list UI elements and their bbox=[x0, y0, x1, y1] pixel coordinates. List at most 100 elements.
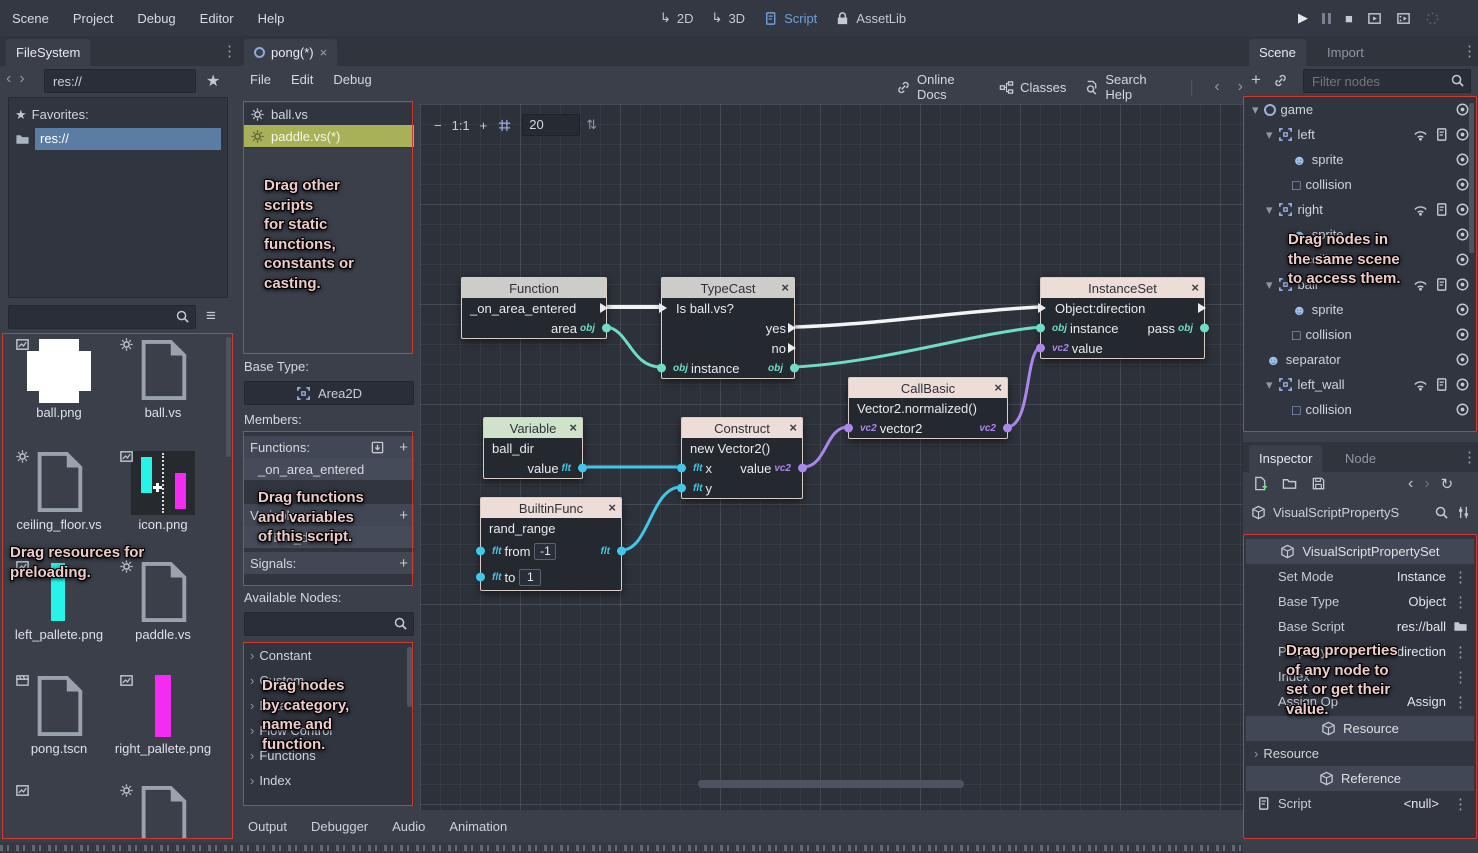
workspace-script-button[interactable]: Script bbox=[763, 11, 817, 26]
script-menu-file[interactable]: File bbox=[250, 72, 271, 87]
add-variable-icon[interactable]: + bbox=[399, 507, 408, 524]
folder-icon[interactable] bbox=[1453, 619, 1468, 634]
scene-tree-scrollbar[interactable] bbox=[1469, 103, 1474, 253]
close-icon[interactable]: × bbox=[320, 45, 328, 60]
attached-script-icon[interactable] bbox=[1434, 127, 1449, 142]
attached-script-icon[interactable] bbox=[1434, 202, 1449, 217]
vec2-out-port[interactable] bbox=[798, 464, 807, 473]
list-view-toggle-icon[interactable]: ≡ bbox=[206, 306, 216, 326]
default-value-input[interactable]: -1 bbox=[534, 543, 556, 560]
attached-script-icon[interactable] bbox=[1434, 377, 1449, 392]
available-nodes-search-input[interactable] bbox=[244, 612, 414, 636]
visibility-eye-icon[interactable] bbox=[1455, 177, 1470, 192]
tab-import[interactable]: Import bbox=[1317, 39, 1374, 66]
graph-node-instanceset[interactable]: InstanceSet× Object:direction objinstanc… bbox=[1040, 277, 1205, 359]
signal-connection-icon[interactable] bbox=[1413, 202, 1428, 217]
property-menu-icon[interactable]: ⋮ bbox=[1453, 593, 1468, 611]
nav-forward-icon[interactable]: › bbox=[19, 70, 24, 88]
object-history-icon[interactable]: ↻ bbox=[1441, 475, 1454, 493]
file-grid-scrollbar[interactable] bbox=[226, 337, 231, 457]
signal-connection-icon[interactable] bbox=[1413, 127, 1428, 142]
search-help-button[interactable]: Search Help bbox=[1084, 72, 1170, 102]
graph-node-construct[interactable]: Construct× new Vector2() fltxvaluevc2 fl… bbox=[681, 417, 803, 499]
instance-scene-icon[interactable] bbox=[1273, 73, 1288, 88]
seq-out-port[interactable] bbox=[788, 343, 801, 353]
history-back-icon[interactable]: ‹ bbox=[1408, 475, 1413, 493]
filesystem-search-input[interactable] bbox=[8, 305, 196, 329]
file-item-partial[interactable] bbox=[9, 785, 109, 839]
stop-button[interactable]: ■ bbox=[1345, 11, 1353, 26]
default-value-input[interactable]: 1 bbox=[519, 569, 541, 586]
resource-expand-row[interactable]: ›Resource bbox=[1244, 741, 1476, 766]
save-resource-icon[interactable] bbox=[1311, 476, 1326, 491]
online-docs-button[interactable]: Online Docs bbox=[896, 72, 981, 102]
visibility-eye-icon[interactable] bbox=[1455, 277, 1470, 292]
close-icon[interactable]: × bbox=[781, 278, 789, 298]
vec2-in-port[interactable] bbox=[1036, 344, 1045, 353]
bottom-tab-animation[interactable]: Animation bbox=[449, 819, 507, 834]
visibility-eye-icon[interactable] bbox=[1455, 152, 1470, 167]
path-input[interactable] bbox=[44, 69, 196, 93]
pause-button[interactable] bbox=[1322, 13, 1331, 24]
dock-menu-icon[interactable]: ⋮ bbox=[1462, 448, 1477, 466]
property-row-base-type[interactable]: Base TypeObject⋮ bbox=[1244, 589, 1476, 614]
dock-menu-icon[interactable]: ⋮ bbox=[222, 42, 237, 60]
close-icon[interactable]: × bbox=[569, 418, 577, 438]
property-menu-icon[interactable]: ⋮ bbox=[1453, 568, 1468, 586]
property-row-base-script[interactable]: Base Scriptres://ball bbox=[1244, 614, 1476, 639]
float-out-port[interactable] bbox=[617, 547, 626, 556]
menu-scene[interactable]: Scene bbox=[8, 11, 53, 26]
function-item[interactable]: _on_area_entered bbox=[244, 458, 414, 480]
file-item[interactable]: icon.png bbox=[113, 451, 213, 533]
visibility-eye-icon[interactable] bbox=[1455, 327, 1470, 342]
graph-node-function[interactable]: Function _on_area_entered areaobj bbox=[461, 277, 607, 339]
add-node-button[interactable]: + bbox=[1251, 70, 1261, 90]
visibility-eye-icon[interactable] bbox=[1455, 202, 1470, 217]
signal-connection-icon[interactable] bbox=[1413, 277, 1428, 292]
graph-node-variable[interactable]: Variable× ball_dir valueflt bbox=[483, 417, 583, 479]
property-menu-icon[interactable]: ⋮ bbox=[1453, 795, 1468, 813]
vec2-in-port[interactable] bbox=[844, 424, 853, 433]
file-item[interactable]: ball.vs bbox=[113, 339, 213, 421]
zoom-out-button[interactable]: − bbox=[434, 118, 442, 133]
base-type-button[interactable]: Area2D bbox=[244, 381, 414, 405]
seq-out-port[interactable] bbox=[788, 323, 801, 333]
tree-row-left-wall[interactable]: ▾left_wall bbox=[1244, 372, 1476, 397]
category-constant[interactable]: ›Constant bbox=[244, 643, 414, 668]
tab-scene-pong[interactable]: pong(*) × bbox=[244, 39, 337, 66]
obj-out-port[interactable] bbox=[1200, 324, 1209, 333]
tree-row-sprite[interactable]: ☻sprite bbox=[1244, 147, 1476, 172]
seq-in-port[interactable] bbox=[659, 303, 672, 313]
script-menu-debug[interactable]: Debug bbox=[333, 72, 371, 87]
file-item[interactable]: ceiling_floor.vs bbox=[9, 451, 109, 533]
bottom-tab-output[interactable]: Output bbox=[248, 819, 287, 834]
obj-out-port[interactable] bbox=[790, 364, 799, 373]
seq-in-port[interactable] bbox=[1038, 303, 1051, 313]
visual-script-graph[interactable]: − 1:1 + 20 ⇅ Function _on_area_entered a… bbox=[420, 104, 1243, 810]
new-resource-icon[interactable] bbox=[1253, 476, 1268, 491]
search-icon[interactable] bbox=[1434, 505, 1449, 520]
reference-section-header[interactable]: Reference bbox=[1246, 766, 1474, 791]
visibility-eye-icon[interactable] bbox=[1455, 402, 1470, 417]
tree-row-right[interactable]: ▾right bbox=[1244, 197, 1476, 222]
play-custom-scene-button[interactable] bbox=[1396, 11, 1411, 26]
visibility-eye-icon[interactable] bbox=[1455, 102, 1470, 117]
visibility-eye-icon[interactable] bbox=[1455, 127, 1470, 142]
visibility-eye-icon[interactable] bbox=[1455, 302, 1470, 317]
tab-inspector[interactable]: Inspector bbox=[1249, 445, 1322, 472]
graph-node-builtinfunc[interactable]: BuiltinFunc× rand_range fltfrom-1flt flt… bbox=[480, 497, 622, 591]
vec2-out-port[interactable] bbox=[1003, 424, 1012, 433]
tree-row-sprite[interactable]: ☻sprite bbox=[1244, 297, 1476, 322]
nav-back-icon[interactable]: ‹ bbox=[6, 70, 11, 88]
menu-project[interactable]: Project bbox=[69, 11, 117, 26]
obj-in-port[interactable] bbox=[1036, 324, 1045, 333]
workspace-3d-button[interactable]: ↳3D bbox=[712, 10, 746, 26]
script-menu-edit[interactable]: Edit bbox=[291, 72, 313, 87]
float-in-port[interactable] bbox=[677, 484, 686, 493]
graph-node-typecast[interactable]: TypeCast× Is ball.vs? yes no objinstance… bbox=[661, 277, 795, 379]
graph-horizontal-scrollbar[interactable] bbox=[698, 780, 964, 788]
edited-resource-name[interactable]: VisualScriptPropertyS bbox=[1273, 505, 1399, 520]
visibility-eye-icon[interactable] bbox=[1455, 252, 1470, 267]
visibility-eye-icon[interactable] bbox=[1455, 227, 1470, 242]
tab-node[interactable]: Node bbox=[1335, 445, 1386, 472]
